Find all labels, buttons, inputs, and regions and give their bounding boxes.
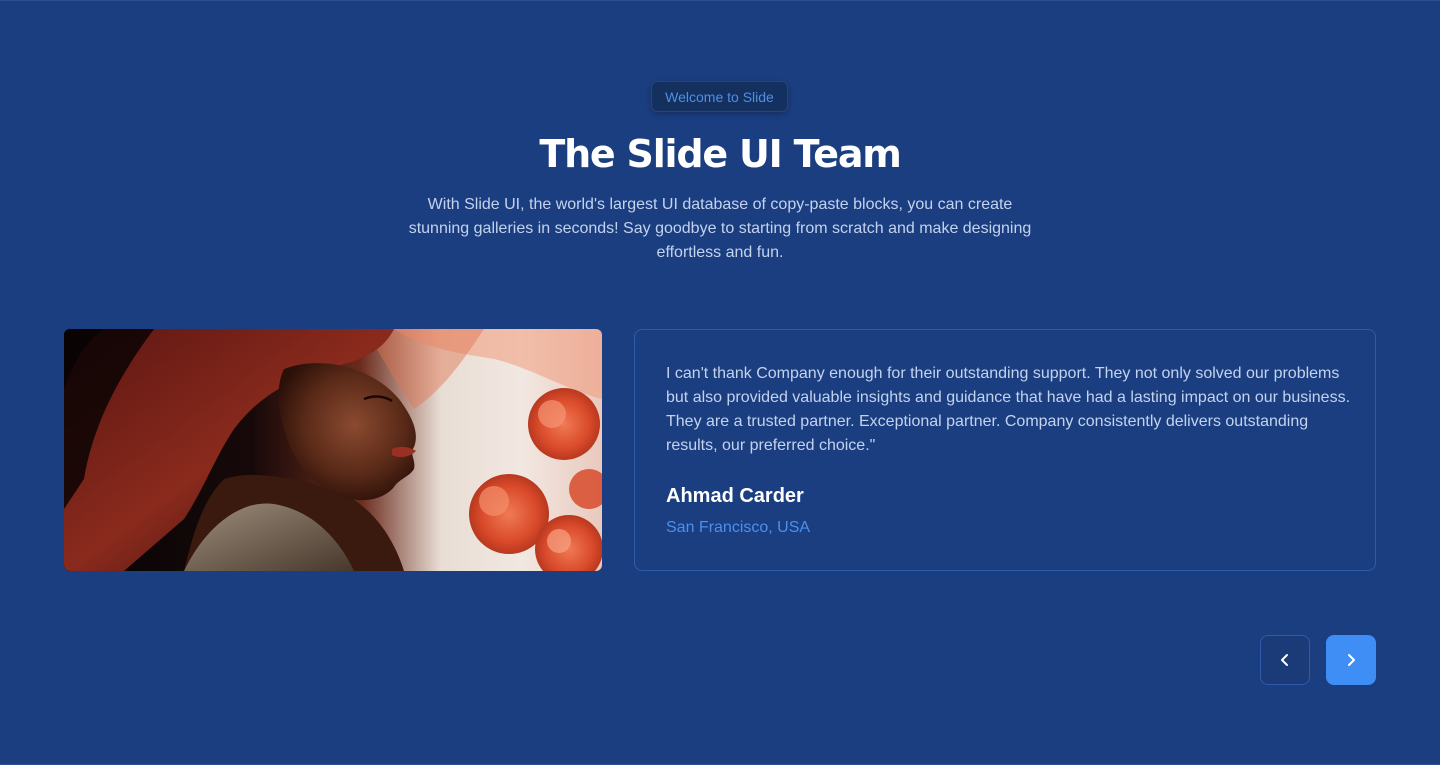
testimonial-photo bbox=[64, 329, 602, 571]
page-subtitle: With Slide UI, the world's largest UI da… bbox=[408, 196, 1032, 261]
previous-button[interactable] bbox=[1260, 635, 1310, 685]
author-name: Ahmad Carder bbox=[666, 485, 804, 507]
testimonial-quote: I can't thank Company enough for their o… bbox=[666, 365, 1351, 454]
chevron-right-icon bbox=[1344, 653, 1358, 667]
top-divider bbox=[0, 0, 1440, 1]
chevron-left-icon bbox=[1278, 653, 1292, 667]
welcome-badge: Welcome to Slide bbox=[651, 81, 788, 112]
page-title: The Slide UI Team bbox=[539, 132, 902, 176]
author-location: San Francisco, USA bbox=[666, 519, 811, 536]
testimonial-card: I can't thank Company enough for their o… bbox=[634, 329, 1376, 571]
next-button[interactable] bbox=[1326, 635, 1376, 685]
